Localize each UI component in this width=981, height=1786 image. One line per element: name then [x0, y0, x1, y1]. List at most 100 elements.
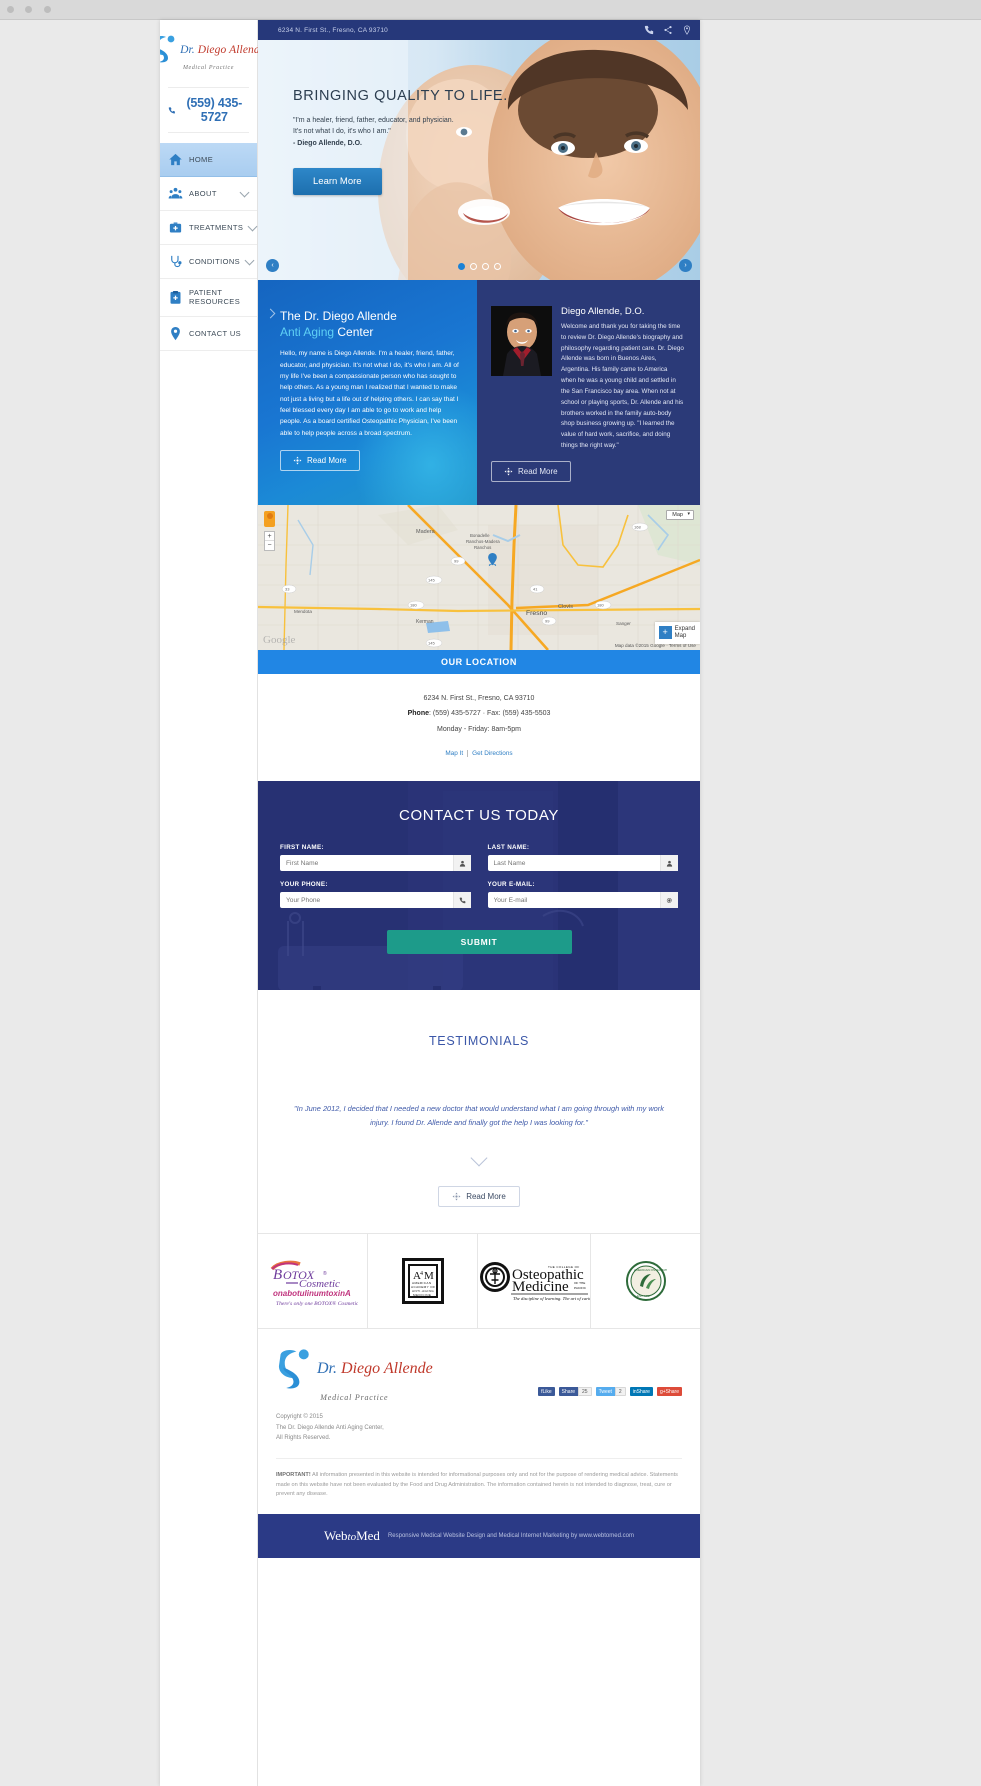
hero-dot-3[interactable] [481, 263, 489, 270]
hero-dot-1[interactable] [457, 263, 465, 270]
phone-input[interactable] [280, 892, 453, 909]
sidebar-phone[interactable]: (559) 435-5727 [168, 87, 249, 133]
chevron-down-icon[interactable] [247, 221, 258, 231]
sidebar-item-home[interactable]: HOME [160, 143, 257, 177]
map-pin-icon [171, 326, 180, 340]
svg-text:Ranchos-Madera: Ranchos-Madera [466, 539, 500, 544]
first-name-input[interactable] [280, 855, 453, 872]
read-more-button-right[interactable]: Read More [491, 460, 571, 482]
sidebar-item-patient-resources[interactable]: PATIENT RESOURCES [160, 279, 257, 317]
user-icon [452, 855, 471, 872]
svg-text:145: 145 [428, 641, 435, 646]
panel-title-highlight: Anti Aging [280, 325, 335, 340]
sidebar-item-contact-us[interactable]: CONTACT US [160, 317, 257, 351]
hero-copy: BRINGING QUALITY TO LIFE. "I'm a healer,… [293, 88, 513, 195]
site-logo[interactable]: Dr. Diego Allende Medical Practice [160, 20, 265, 79]
facebook-share-button[interactable]: Share 25 [558, 1387, 592, 1397]
copyright-block: Copyright © 2015 The Dr. Diego Allende A… [276, 1412, 682, 1444]
expand-map-button[interactable]: + Expand Map [654, 621, 700, 644]
submit-button[interactable]: SUBMIT [386, 930, 572, 955]
map-it-link[interactable]: Map It [441, 750, 467, 757]
svg-text:33: 33 [285, 587, 290, 592]
map-zoom-out-button[interactable]: − [265, 541, 274, 550]
window-maximize-dot[interactable] [43, 6, 51, 13]
email-field-group: YOUR E-MAIL: [487, 881, 678, 909]
svg-text:Mendota: Mendota [294, 609, 312, 614]
sidebar-item-treatments[interactable]: TREATMENTS [160, 211, 258, 245]
affiliation-a4m[interactable]: A 4 M AMERICAN ACADEMY OF ANTI-AGING MED… [367, 1234, 477, 1329]
medical-bag-icon [169, 222, 182, 233]
svg-text:180: 180 [410, 603, 417, 608]
location-info: 6234 N. First St., Fresno, CA 93710 Phon… [258, 674, 700, 781]
sidebar-item-conditions[interactable]: CONDITIONS [160, 245, 257, 279]
location-icon[interactable] [682, 25, 692, 35]
svg-text:99: 99 [454, 559, 459, 564]
location-phone-line: Phone: (559) 435-5727 · Fax: (559) 435-5… [258, 706, 700, 721]
chevron-down-icon[interactable] [470, 1149, 488, 1167]
read-more-button-left[interactable]: Read More [280, 450, 360, 471]
affiliation-botox[interactable]: B OTOX ® Cosmetic onabotulinumtoxinA The… [258, 1234, 367, 1328]
expand-icon [452, 1192, 461, 1201]
svg-text:MEDICINE: MEDICINE [413, 1293, 431, 1297]
panel-title-line1: The Dr. Diego Allende [280, 309, 397, 323]
google-plus-share-button[interactable]: g+ Share [656, 1387, 682, 1397]
window-minimize-dot[interactable] [25, 6, 33, 13]
osteopathic-medicine-logo: THE COLLEGE OF Osteopathic Medicine OF T… [480, 1262, 590, 1301]
sidebar-item-label: PATIENT RESOURCES [189, 288, 241, 307]
street-view-pegman-icon[interactable] [264, 511, 275, 527]
map-tiles: Madera Bonadelle Ranchos-Madera Ranchos … [258, 505, 700, 650]
share-icon[interactable] [663, 25, 673, 35]
sidebar-item-label: ABOUT [189, 188, 217, 198]
svg-text:Ranchos: Ranchos [474, 545, 492, 550]
get-directions-link[interactable]: Get Directions [467, 750, 517, 758]
social-buttons: f Like Share 25 Tweet 2 in Share g+ Share [538, 1387, 682, 1397]
svg-text:EST. 1897: EST. 1897 [637, 1294, 651, 1298]
allende-mark-icon [160, 34, 178, 64]
anti-aging-center-panel: The Dr. Diego Allende Anti Aging Center … [258, 280, 477, 505]
utility-address: 6234 N. First St., Fresno, CA 93710 [278, 26, 388, 34]
sidebar-item-about[interactable]: ABOUT [160, 177, 257, 211]
hero-dot-2[interactable] [469, 263, 477, 270]
map-zoom-controls: + − [264, 531, 275, 551]
svg-text:Medicine: Medicine [512, 1279, 569, 1295]
map-zoom-in-button[interactable]: + [265, 532, 274, 541]
email-input[interactable] [487, 892, 660, 909]
read-more-label: Read More [518, 466, 558, 476]
google-map[interactable]: Madera Bonadelle Ranchos-Madera Ranchos … [258, 505, 700, 650]
testimonials-read-more-button[interactable]: Read More [438, 1186, 520, 1208]
map-marker-icon[interactable] [488, 553, 497, 566]
disclaimer-text: All information presented in this websit… [276, 1471, 678, 1498]
doctor-name: Diego Allende, D.O. [561, 306, 645, 317]
learn-more-button[interactable]: Learn More [293, 167, 382, 195]
hero-quote: "I'm a healer, friend, father, educator,… [293, 116, 513, 150]
doctor-bio-text: Welcome and thank you for taking the tim… [561, 323, 684, 450]
disclaimer: IMPORTANT! All information presented in … [276, 1457, 682, 1500]
svg-text:Sanger: Sanger [616, 621, 631, 626]
form-row-1: FIRST NAME: LAST NAME: [280, 844, 678, 872]
allende-mark-icon [278, 1349, 309, 1389]
hero-dot-4[interactable] [493, 263, 501, 270]
last-name-input[interactable] [487, 855, 660, 872]
chevron-down-icon[interactable] [239, 187, 250, 197]
svg-text:4: 4 [420, 1271, 423, 1277]
panel-title: The Dr. Diego Allende Anti Aging Center [280, 308, 459, 340]
location-links: Map It Get Directions [258, 747, 700, 761]
facebook-like-button[interactable]: f Like [538, 1387, 555, 1397]
phone-icon[interactable] [644, 25, 654, 35]
twitter-tweet-button[interactable]: Tweet 2 [595, 1387, 626, 1397]
webtomed-logo[interactable]: WebtoMed [324, 1528, 380, 1544]
logo-tagline: Medical Practice [182, 65, 235, 71]
map-type-selector[interactable]: Map [666, 510, 694, 520]
linkedin-share-button[interactable]: in Share [629, 1387, 653, 1397]
chevron-down-icon[interactable] [244, 255, 255, 265]
svg-text:Madera: Madera [416, 529, 436, 535]
footer-logo-tagline: Medical Practice [320, 1393, 389, 1403]
footer-logo-name: Dr. Diego Allende [317, 1360, 433, 1378]
affiliation-seal[interactable]: AMERICAN OSTEOPATHIC EST. 1897 [590, 1234, 700, 1329]
svg-text:180: 180 [597, 603, 604, 608]
window-close-dot[interactable] [7, 6, 14, 13]
affiliation-osteopathic[interactable]: THE COLLEGE OF Osteopathic Medicine OF T… [477, 1234, 590, 1329]
our-location-bar: OUR LOCATION [258, 650, 700, 674]
hero-attribution: - Diego Allende, D.O. [293, 139, 362, 147]
footer-logo[interactable]: Dr. Diego Allende Medical Practice [276, 1347, 433, 1402]
